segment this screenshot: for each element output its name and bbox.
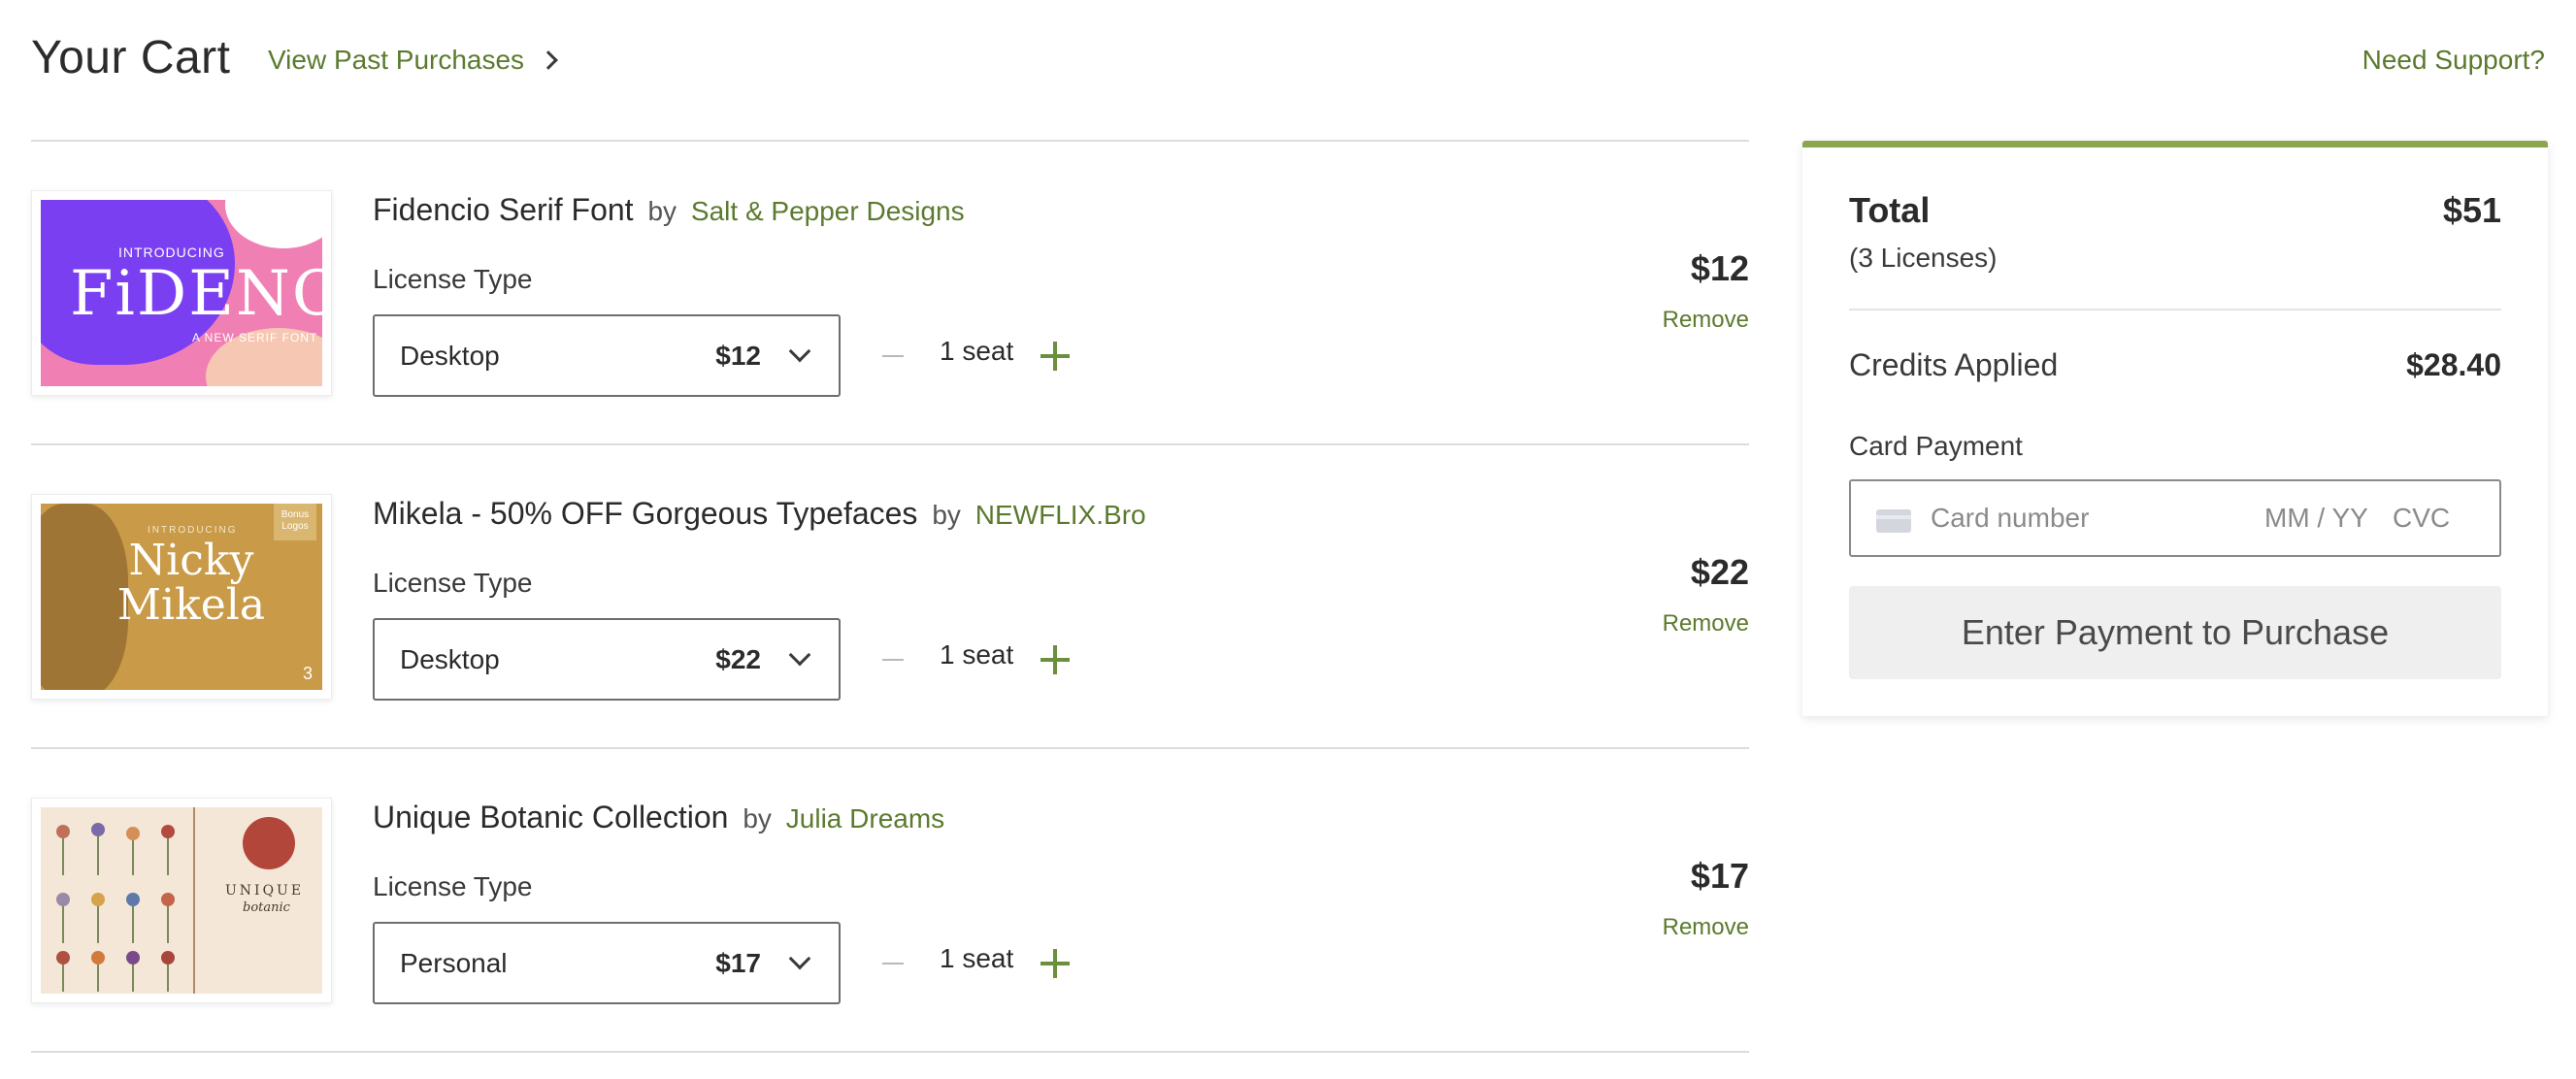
item-price: $17 bbox=[1690, 856, 1749, 896]
thumb-text: A NEW SERIF FONT bbox=[192, 331, 318, 344]
thumb-text: botanic bbox=[243, 900, 290, 915]
card-expiry-input[interactable]: MM / YY bbox=[2264, 503, 2368, 534]
license-type-select[interactable]: Personal $17 bbox=[373, 922, 841, 1004]
product-thumbnail[interactable]: UNIQUE botanic bbox=[31, 798, 332, 1003]
credits-applied-label: Credits Applied bbox=[1849, 347, 2059, 382]
page-title: Your Cart bbox=[31, 32, 231, 83]
cart-header: Your Cart View Past Purchases Need Suppo… bbox=[31, 23, 2545, 93]
license-option-price: $12 bbox=[715, 341, 761, 371]
summary-divider bbox=[1849, 309, 2501, 311]
credits-applied-value: $28.40 bbox=[2406, 347, 2501, 382]
license-count: (3 Licenses) bbox=[1849, 243, 1998, 273]
product-name-link[interactable]: Unique Botanic Collection bbox=[373, 800, 728, 834]
decrease-seat-button[interactable] bbox=[878, 342, 908, 371]
thumb-badge: 3 bbox=[302, 664, 313, 683]
license-option: Desktop bbox=[400, 644, 500, 674]
license-type-select[interactable]: Desktop $22 bbox=[373, 618, 841, 701]
product-thumbnail[interactable]: INTRODUCING Nicky Mikela Bonus Logos 3 bbox=[31, 494, 332, 700]
need-support-link[interactable]: Need Support? bbox=[2362, 45, 2545, 76]
author-link[interactable]: NEWFLIX.Bro bbox=[975, 500, 1146, 530]
card-cvc-input[interactable]: CVC bbox=[2393, 503, 2450, 534]
license-option-price: $17 bbox=[715, 948, 761, 978]
increase-seat-button[interactable] bbox=[1039, 947, 1072, 980]
chevron-right-icon bbox=[539, 50, 558, 70]
remove-item-link[interactable]: Remove bbox=[1663, 610, 1749, 638]
chevron-down-icon bbox=[788, 340, 811, 363]
remove-item-link[interactable]: Remove bbox=[1663, 307, 1749, 334]
license-type-select[interactable]: Desktop $12 bbox=[373, 314, 841, 397]
seat-count: 1 seat bbox=[940, 943, 1014, 973]
view-past-purchases-link[interactable]: View Past Purchases bbox=[268, 45, 558, 76]
thumb-ribbon: Bonus Logos bbox=[274, 504, 316, 540]
license-option-price: $22 bbox=[715, 644, 761, 674]
cart-item: UNIQUE botanic Unique Botanic Collection… bbox=[31, 747, 1749, 1051]
by-label: by bbox=[647, 196, 677, 226]
cart-item-list: INTRODUCING FiDENCiO A NEW SERIF FONT Fi… bbox=[31, 140, 1749, 1053]
by-label: by bbox=[932, 500, 961, 530]
card-number-input[interactable]: Card number bbox=[1931, 503, 2089, 534]
product-name-link[interactable]: Fidencio Serif Font bbox=[373, 192, 634, 227]
cart-list-divider bbox=[31, 1051, 1749, 1053]
item-price: $22 bbox=[1690, 552, 1749, 592]
author-link[interactable]: Julia Dreams bbox=[786, 803, 944, 834]
author-link[interactable]: Salt & Pepper Designs bbox=[691, 196, 965, 226]
seat-count: 1 seat bbox=[940, 336, 1014, 366]
item-title: Fidencio Serif Font by Salt & Pepper Des… bbox=[373, 192, 965, 228]
item-title: Unique Botanic Collection by Julia Dream… bbox=[373, 800, 944, 835]
by-label: by bbox=[743, 803, 772, 834]
card-payment-label: Card Payment bbox=[1849, 431, 2023, 461]
cart-item: INTRODUCING Nicky Mikela Bonus Logos 3 M… bbox=[31, 443, 1749, 747]
item-title: Mikela - 50% OFF Gorgeous Typefaces by N… bbox=[373, 496, 1146, 532]
mikela-preview-image: INTRODUCING Nicky Mikela Bonus Logos 3 bbox=[41, 504, 322, 690]
chevron-down-icon bbox=[788, 643, 811, 667]
past-purchases-label: View Past Purchases bbox=[268, 45, 525, 75]
chevron-down-icon bbox=[788, 947, 811, 970]
product-thumbnail[interactable]: INTRODUCING FiDENCiO A NEW SERIF FONT bbox=[31, 190, 332, 396]
fidencio-preview-image: INTRODUCING FiDENCiO A NEW SERIF FONT bbox=[41, 200, 322, 386]
license-type-label: License Type bbox=[373, 568, 533, 598]
thumb-text: Nicky Mikela bbox=[116, 536, 266, 630]
increase-seat-button[interactable] bbox=[1039, 643, 1072, 676]
thumb-text: FiDENCiO bbox=[70, 258, 322, 330]
product-name-link[interactable]: Mikela - 50% OFF Gorgeous Typefaces bbox=[373, 496, 917, 531]
card-payment-field[interactable]: Card number MM / YY CVC bbox=[1849, 479, 2501, 557]
license-type-label: License Type bbox=[373, 871, 533, 901]
botanic-preview-image: UNIQUE botanic bbox=[41, 807, 322, 994]
credit-card-icon bbox=[1876, 509, 1911, 533]
license-type-label: License Type bbox=[373, 264, 533, 294]
decrease-seat-button[interactable] bbox=[878, 645, 908, 674]
order-summary-panel: Total $51 (3 Licenses) Credits Applied $… bbox=[1802, 141, 2548, 716]
increase-seat-button[interactable] bbox=[1039, 340, 1072, 373]
license-option: Desktop bbox=[400, 341, 500, 371]
item-price: $12 bbox=[1690, 248, 1749, 288]
cart-item: INTRODUCING FiDENCiO A NEW SERIF FONT Fi… bbox=[31, 140, 1749, 443]
total-value: $51 bbox=[2442, 190, 2501, 230]
total-label: Total bbox=[1849, 190, 1931, 230]
thumb-text: UNIQUE bbox=[225, 883, 305, 899]
remove-item-link[interactable]: Remove bbox=[1663, 914, 1749, 941]
decrease-seat-button[interactable] bbox=[878, 949, 908, 978]
license-option: Personal bbox=[400, 948, 508, 978]
thumb-text: INTRODUCING bbox=[148, 525, 238, 536]
seat-count: 1 seat bbox=[940, 639, 1014, 670]
enter-payment-button[interactable]: Enter Payment to Purchase bbox=[1849, 586, 2501, 679]
